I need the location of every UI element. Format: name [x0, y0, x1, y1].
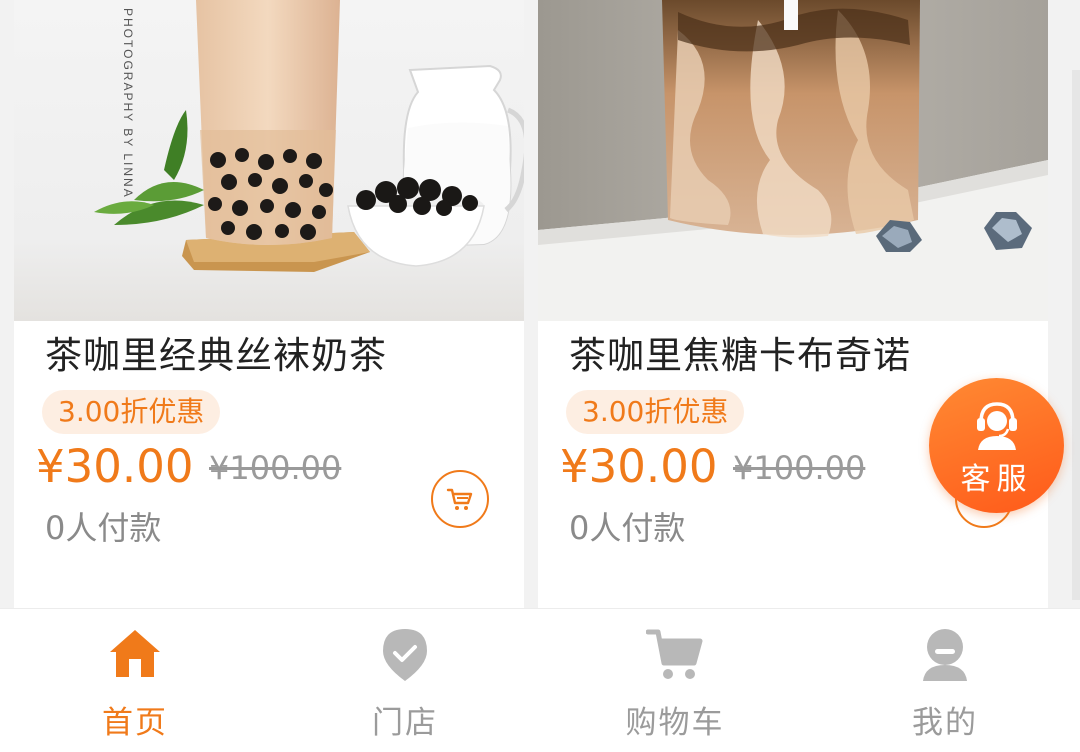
add-to-cart-button[interactable] — [431, 470, 489, 528]
sold-count: 0人付款 — [569, 509, 686, 547]
tab-label: 门店 — [372, 705, 438, 741]
tab-profile[interactable]: 我的 — [810, 609, 1080, 752]
product-name[interactable]: 茶咖里焦糖卡布奇诺 — [569, 325, 911, 379]
original-price: ¥100.00 — [733, 449, 866, 487]
customer-service-button[interactable]: 客服 — [929, 378, 1064, 513]
tab-home[interactable]: 首页 — [0, 609, 270, 752]
home-icon — [110, 630, 160, 677]
cart-icon — [646, 629, 703, 679]
discount-badge: 3.00折优惠 — [566, 390, 745, 434]
tab-label: 我的 — [912, 705, 978, 741]
tab-store[interactable]: 门店 — [270, 609, 540, 752]
product-card[interactable]: 茶咖里焦糖卡布奇诺 3.00折优惠 ¥30.00 ¥100.00 0人付款 — [538, 0, 1048, 608]
scrollbar[interactable] — [1072, 70, 1080, 600]
tab-cart[interactable]: 购物车 — [540, 609, 810, 752]
current-price: ¥30.00 — [560, 440, 718, 493]
product-grid: PHOTOGRAPHY BY LINNA 茶咖里经典丝袜奶茶 3.00折优惠 ¥… — [0, 0, 1080, 608]
cart-icon — [446, 488, 473, 510]
tab-label: 购物车 — [625, 705, 725, 741]
sold-count: 0人付款 — [45, 509, 162, 547]
photo-caption: PHOTOGRAPHY BY LINNA — [121, 8, 135, 199]
tab-label: 首页 — [102, 705, 168, 741]
user-icon — [923, 629, 967, 681]
product-card[interactable]: PHOTOGRAPHY BY LINNA 茶咖里经典丝袜奶茶 3.00折优惠 ¥… — [14, 0, 524, 608]
original-price: ¥100.00 — [209, 449, 342, 487]
headset-agent-icon — [977, 402, 1017, 450]
product-image-caramel-cappuccino[interactable] — [538, 0, 1048, 321]
product-image-milk-tea[interactable]: PHOTOGRAPHY BY LINNA — [14, 0, 524, 321]
bottom-tab-bar: 首页 门店 购物车 我的 — [0, 608, 1080, 752]
customer-service-label: 客服 — [960, 462, 1033, 497]
store-icon — [383, 629, 427, 681]
current-price: ¥30.00 — [36, 440, 194, 493]
discount-badge: 3.00折优惠 — [42, 390, 221, 434]
product-name[interactable]: 茶咖里经典丝袜奶茶 — [45, 325, 387, 379]
